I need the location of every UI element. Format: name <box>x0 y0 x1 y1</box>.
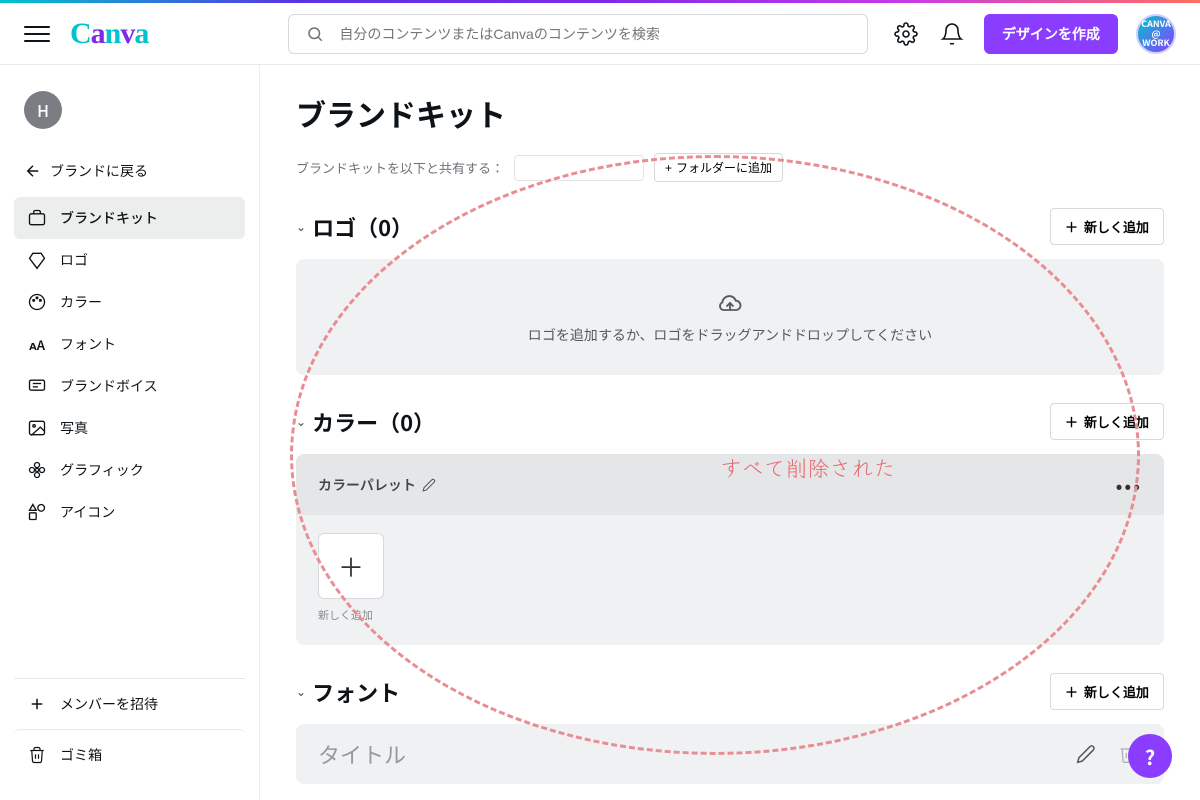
chevron-down-icon[interactable]: ⌄ <box>296 218 306 235</box>
logo-dropzone[interactable]: ロゴを追加するか、ロゴをドラッグアンドドロップしてください <box>296 259 1164 375</box>
invite-label: メンバーを招待 <box>60 694 158 714</box>
sidebar-item-icon[interactable]: アイコン <box>14 491 245 533</box>
palette-icon <box>26 291 48 313</box>
color-palette-card: カラーパレット ••• ＋ 新しく追加 <box>296 454 1164 645</box>
pencil-icon[interactable] <box>422 478 436 492</box>
palette-body: ＋ 新しく追加 <box>296 515 1164 627</box>
plus-icon: ＋ <box>1065 682 1078 701</box>
plus-icon <box>26 693 48 715</box>
app-header: Canva デザインを作成 CANVA @ WORK <box>0 3 1200 65</box>
chat-icon <box>26 375 48 397</box>
sidebar-item-label: アイコン <box>60 502 115 522</box>
section-color: ⌄ カラー（0） ＋ 新しく追加 カラーパレット ••• ＋ 新しく追加 <box>296 403 1164 645</box>
canva-logo[interactable]: Canva <box>70 17 148 51</box>
search-box[interactable] <box>288 14 868 54</box>
add-color-tile[interactable]: ＋ <box>318 533 384 599</box>
sidebar-item-brandvoice[interactable]: ブランドボイス <box>14 365 245 407</box>
plus-icon: + <box>665 161 672 175</box>
user-avatar: H <box>24 91 62 129</box>
sidebar: H ブランドに戻る ブランドキット ロゴ カラー ᴀA フォント ブランドボイス <box>0 65 260 800</box>
header-right: デザインを作成 CANVA @ WORK <box>892 14 1176 54</box>
sidebar-item-brandkit[interactable]: ブランドキット <box>14 197 245 239</box>
add-tile-label: 新しく追加 <box>318 607 1142 623</box>
co-icon <box>26 249 48 271</box>
sidebar-item-font[interactable]: ᴀA フォント <box>14 323 245 365</box>
section-title-logo: ロゴ（0） <box>312 211 413 243</box>
sidebar-item-label: 写真 <box>60 418 88 438</box>
back-to-brand[interactable]: ブランドに戻る <box>14 153 245 189</box>
sidebar-item-label: フォント <box>60 334 116 354</box>
sidebar-item-photo[interactable]: 写真 <box>14 407 245 449</box>
pencil-icon[interactable] <box>1072 740 1100 768</box>
add-to-folder-button[interactable]: + フォルダーに追加 <box>654 153 783 182</box>
search-wrap <box>288 14 868 54</box>
help-fab[interactable]: ? <box>1128 734 1172 778</box>
dropzone-text: ロゴを追加するか、ロゴをドラッグアンドドロップしてください <box>316 325 1144 345</box>
add-logo-button[interactable]: ＋ 新しく追加 <box>1050 208 1164 245</box>
page-title: ブランドキット <box>296 91 1164 135</box>
search-input[interactable] <box>339 26 855 42</box>
invite-members[interactable]: メンバーを招待 <box>14 679 245 729</box>
back-label: ブランドに戻る <box>50 161 148 181</box>
sidebar-item-logo[interactable]: ロゴ <box>14 239 245 281</box>
share-target-input[interactable] <box>514 155 644 181</box>
sidebar-item-label: カラー <box>60 292 102 312</box>
plus-icon: ＋ <box>1065 217 1078 236</box>
section-title-color: カラー（0） <box>312 406 435 438</box>
palette-name: カラーパレット <box>318 475 416 495</box>
sidebar-bottom: メンバーを招待 ゴミ箱 <box>14 678 245 780</box>
briefcase-icon <box>26 207 48 229</box>
sidebar-item-label: ロゴ <box>60 250 88 270</box>
trash-icon <box>26 744 48 766</box>
sidebar-item-graphic[interactable]: グラフィック <box>14 449 245 491</box>
add-font-button[interactable]: ＋ 新しく追加 <box>1050 673 1164 710</box>
chevron-down-icon[interactable]: ⌄ <box>296 413 306 430</box>
sidebar-item-label: ブランドボイス <box>60 376 158 396</box>
trash-label: ゴミ箱 <box>60 745 102 765</box>
share-row: ブランドキットを以下と共有する： + フォルダーに追加 <box>296 153 1164 182</box>
chevron-down-icon[interactable]: ⌄ <box>296 683 306 700</box>
flower-icon <box>26 459 48 481</box>
section-head-color: ⌄ カラー（0） ＋ 新しく追加 <box>296 403 1164 440</box>
shapes-icon <box>26 501 48 523</box>
bell-icon[interactable] <box>938 20 966 48</box>
trash[interactable]: ゴミ箱 <box>14 729 245 780</box>
workspace-badge[interactable]: CANVA @ WORK <box>1136 14 1176 54</box>
section-font: ⌄ フォント ＋ 新しく追加 タイトル <box>296 673 1164 784</box>
sidebar-item-label: ブランドキット <box>60 208 158 228</box>
section-logo: ⌄ ロゴ（0） ＋ 新しく追加 ロゴを追加するか、ロゴをドラッグアンドドロップし… <box>296 208 1164 375</box>
font-title-label: タイトル <box>318 738 1072 770</box>
share-label: ブランドキットを以下と共有する： <box>296 158 504 177</box>
font-icon: ᴀA <box>26 333 48 355</box>
search-icon <box>301 20 329 48</box>
gear-icon[interactable] <box>892 20 920 48</box>
sidebar-item-color[interactable]: カラー <box>14 281 245 323</box>
section-title-font: フォント <box>312 676 400 708</box>
hamburger-menu[interactable] <box>24 21 50 47</box>
sidebar-item-label: グラフィック <box>60 460 144 480</box>
font-title-row[interactable]: タイトル <box>296 724 1164 784</box>
image-icon <box>26 417 48 439</box>
add-color-button[interactable]: ＋ 新しく追加 <box>1050 403 1164 440</box>
palette-header: カラーパレット ••• <box>296 454 1164 515</box>
plus-icon: ＋ <box>1065 412 1078 431</box>
cloud-upload-icon <box>316 289 1144 317</box>
arrow-left-icon <box>24 162 42 180</box>
section-head-logo: ⌄ ロゴ（0） ＋ 新しく追加 <box>296 208 1164 245</box>
section-head-font: ⌄ フォント ＋ 新しく追加 <box>296 673 1164 710</box>
more-icon[interactable]: ••• <box>1116 470 1142 499</box>
create-design-button[interactable]: デザインを作成 <box>984 14 1118 54</box>
user-row[interactable]: H <box>14 85 245 135</box>
main-content: ブランドキット ブランドキットを以下と共有する： + フォルダーに追加 ⌄ ロゴ… <box>260 65 1200 800</box>
